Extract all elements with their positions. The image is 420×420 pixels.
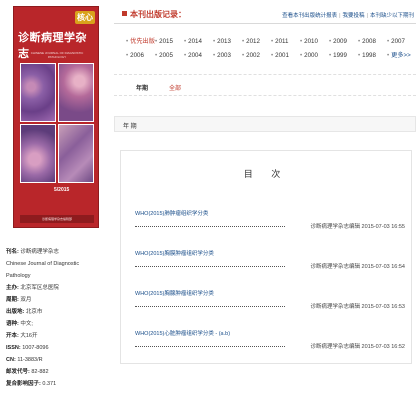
info-row: ISSN: 1007-8096 bbox=[6, 345, 49, 351]
publication-record-panel: 本刊出版记录： 查看本刊出版统计报表 | 我要投稿 | 本刊缺少以下期刊 • 优先出版• 2… bbox=[114, 6, 416, 364]
year-item[interactable]: • 1998 bbox=[358, 52, 387, 59]
header-links: 查看本刊出版统计报表 | 我要投稿 | 本刊缺少以下期刊 bbox=[282, 13, 414, 19]
year-item[interactable]: • 2006 bbox=[126, 52, 155, 59]
year-item[interactable]: • 2014 bbox=[184, 38, 213, 45]
info-row: 邮发代号: 82-882 bbox=[6, 369, 49, 375]
year-item[interactable]: • 2002 bbox=[242, 52, 271, 59]
submit-manuscript-link[interactable]: 我要投稿 bbox=[343, 13, 365, 19]
journal-info: 刊名: 诊断病理学杂志 Chinese Journal of Diagnosti… bbox=[6, 246, 102, 390]
article-item: WHO(2015)胸膜肿瘤组织学分类 诊断病理学杂志编辑 2015-07-03 … bbox=[135, 249, 405, 270]
missing-issues-link[interactable]: 本刊缺少以下期刊 bbox=[370, 13, 414, 19]
dotted-leader bbox=[135, 346, 285, 347]
toc-title: 目 次 bbox=[243, 169, 289, 179]
article-meta: 诊断病理学杂志编辑 2015-07-03 16:54 bbox=[310, 264, 405, 270]
filter-label: 年期 bbox=[136, 86, 149, 92]
info-row: Chinese Journal of Diagnostic bbox=[6, 261, 80, 267]
year-row: • 优先出版• 2015 • 2014 • 2013 • 2012 • 2011 • 2010 • 2009… bbox=[126, 36, 416, 45]
year-item[interactable]: • 2012 bbox=[242, 38, 271, 45]
micrograph-image bbox=[20, 124, 56, 183]
info-row: Pathology bbox=[6, 273, 31, 279]
dotted-leader bbox=[135, 226, 285, 227]
cover-subtitle-en-2: PATHOLOGY bbox=[47, 55, 67, 59]
issue-bar: 年 期 bbox=[114, 116, 416, 132]
table-of-contents: 目 次 WHO(2015)肺肿瘤组织学分类 诊断病理学杂志编辑 2015-07-… bbox=[120, 150, 412, 364]
year-item[interactable]: • 2011 bbox=[271, 38, 300, 45]
journal-cover-image[interactable]: 核心 诊断病理学杂志 CHINESE JOURNAL OF DIAGNOSTIC… bbox=[13, 6, 99, 228]
article-title-link[interactable]: WHO(2015)肺肿瘤组织学分类 bbox=[135, 209, 405, 217]
journal-sidebar: 核心 诊断病理学杂志 CHINESE JOURNAL OF DIAGNOSTIC… bbox=[0, 0, 104, 420]
year-item[interactable]: • 2007 bbox=[387, 38, 416, 45]
year-item[interactable]: • 2010 bbox=[300, 38, 329, 45]
dotted-leader bbox=[135, 266, 285, 267]
year-item[interactable]: • 2004 bbox=[184, 52, 213, 59]
article-item: WHO(2015)肺肿瘤组织学分类 诊断病理学杂志编辑 2015-07-03 1… bbox=[135, 209, 405, 230]
year-item[interactable]: • 2015 bbox=[155, 38, 184, 45]
article-title-link[interactable]: WHO(2015)胸膜肿瘤组织学分类 bbox=[135, 249, 405, 257]
info-row: CN: 11-3883/R bbox=[6, 357, 43, 363]
article-meta: 诊断病理学杂志编辑 2015-07-03 16:55 bbox=[310, 224, 405, 230]
info-row: 复合影响因子: 0.371 bbox=[6, 381, 57, 387]
year-item[interactable]: • 2000 bbox=[300, 52, 329, 59]
year-item[interactable]: • 2003 bbox=[213, 52, 242, 59]
article-meta: 诊断病理学杂志编辑 2015-07-03 16:53 bbox=[310, 304, 405, 310]
year-row: • 2006 • 2005 • 2004 • 2003 • 2002 • 2001 • 2000 • 1999… bbox=[126, 50, 416, 59]
article-item: WHO(2015)心脏肿瘤组织学分类 - (a.b) 诊断病理学杂志编辑 201… bbox=[135, 329, 405, 350]
cover-issue-number: 5/2015 bbox=[54, 187, 70, 193]
filter-all-option[interactable]: 全部 bbox=[169, 83, 181, 92]
year-item[interactable]: • 2001 bbox=[271, 52, 300, 59]
issue-bar-label: 年 期 bbox=[123, 124, 137, 130]
issue-filter: 年期 全部 bbox=[114, 74, 416, 96]
year-item[interactable]: • 2008 bbox=[358, 38, 387, 45]
article-title-link[interactable]: WHO(2015)心脏肿瘤组织学分类 - (a.b) bbox=[135, 329, 405, 337]
year-item[interactable]: • 2005 bbox=[155, 52, 184, 59]
dotted-leader bbox=[135, 306, 285, 307]
core-badge: 核心 bbox=[75, 11, 95, 24]
year-item[interactable]: • 1999 bbox=[329, 52, 358, 59]
more-years-link[interactable]: • 更多>> bbox=[387, 50, 416, 59]
info-row: 出版地: 北京市 bbox=[6, 309, 43, 315]
micrograph-image bbox=[20, 63, 56, 122]
article-item: WHO(2015)胸腺肿瘤组织学分类 诊断病理学杂志编辑 2015-07-03 … bbox=[135, 289, 405, 310]
micrograph-image bbox=[58, 63, 94, 122]
year-selector: • 优先出版• 2015 • 2014 • 2013 • 2012 • 2011 • 2010 • 2009… bbox=[114, 32, 416, 64]
cover-publisher: 诊断病理学杂志编辑部 bbox=[20, 215, 94, 223]
year-item[interactable]: • 2009 bbox=[329, 38, 358, 45]
year-item[interactable]: • 2013 bbox=[213, 38, 242, 45]
section-header: 本刊出版记录： 查看本刊出版统计报表 | 我要投稿 | 本刊缺少以下期刊 bbox=[114, 6, 416, 24]
info-row: 主办: 北京军区总医院 bbox=[6, 285, 59, 291]
stats-report-link[interactable]: 查看本刊出版统计报表 bbox=[282, 13, 337, 19]
info-row: 刊名: 诊断病理学杂志 bbox=[6, 249, 59, 255]
info-row: 开本: 大16开 bbox=[6, 333, 38, 339]
bullet-icon bbox=[122, 11, 127, 16]
info-row: 周期: 双月 bbox=[6, 297, 32, 303]
info-row: 语种: 中文; bbox=[6, 321, 33, 327]
micrograph-image bbox=[58, 124, 94, 183]
section-title: 本刊出版记录： bbox=[130, 10, 186, 19]
article-title-link[interactable]: WHO(2015)胸腺肿瘤组织学分类 bbox=[135, 289, 405, 297]
article-meta: 诊断病理学杂志编辑 2015-07-03 16:52 bbox=[310, 344, 405, 350]
year-item-priority[interactable]: • 优先出版 bbox=[126, 36, 155, 45]
cover-micrograph-grid bbox=[20, 63, 94, 183]
